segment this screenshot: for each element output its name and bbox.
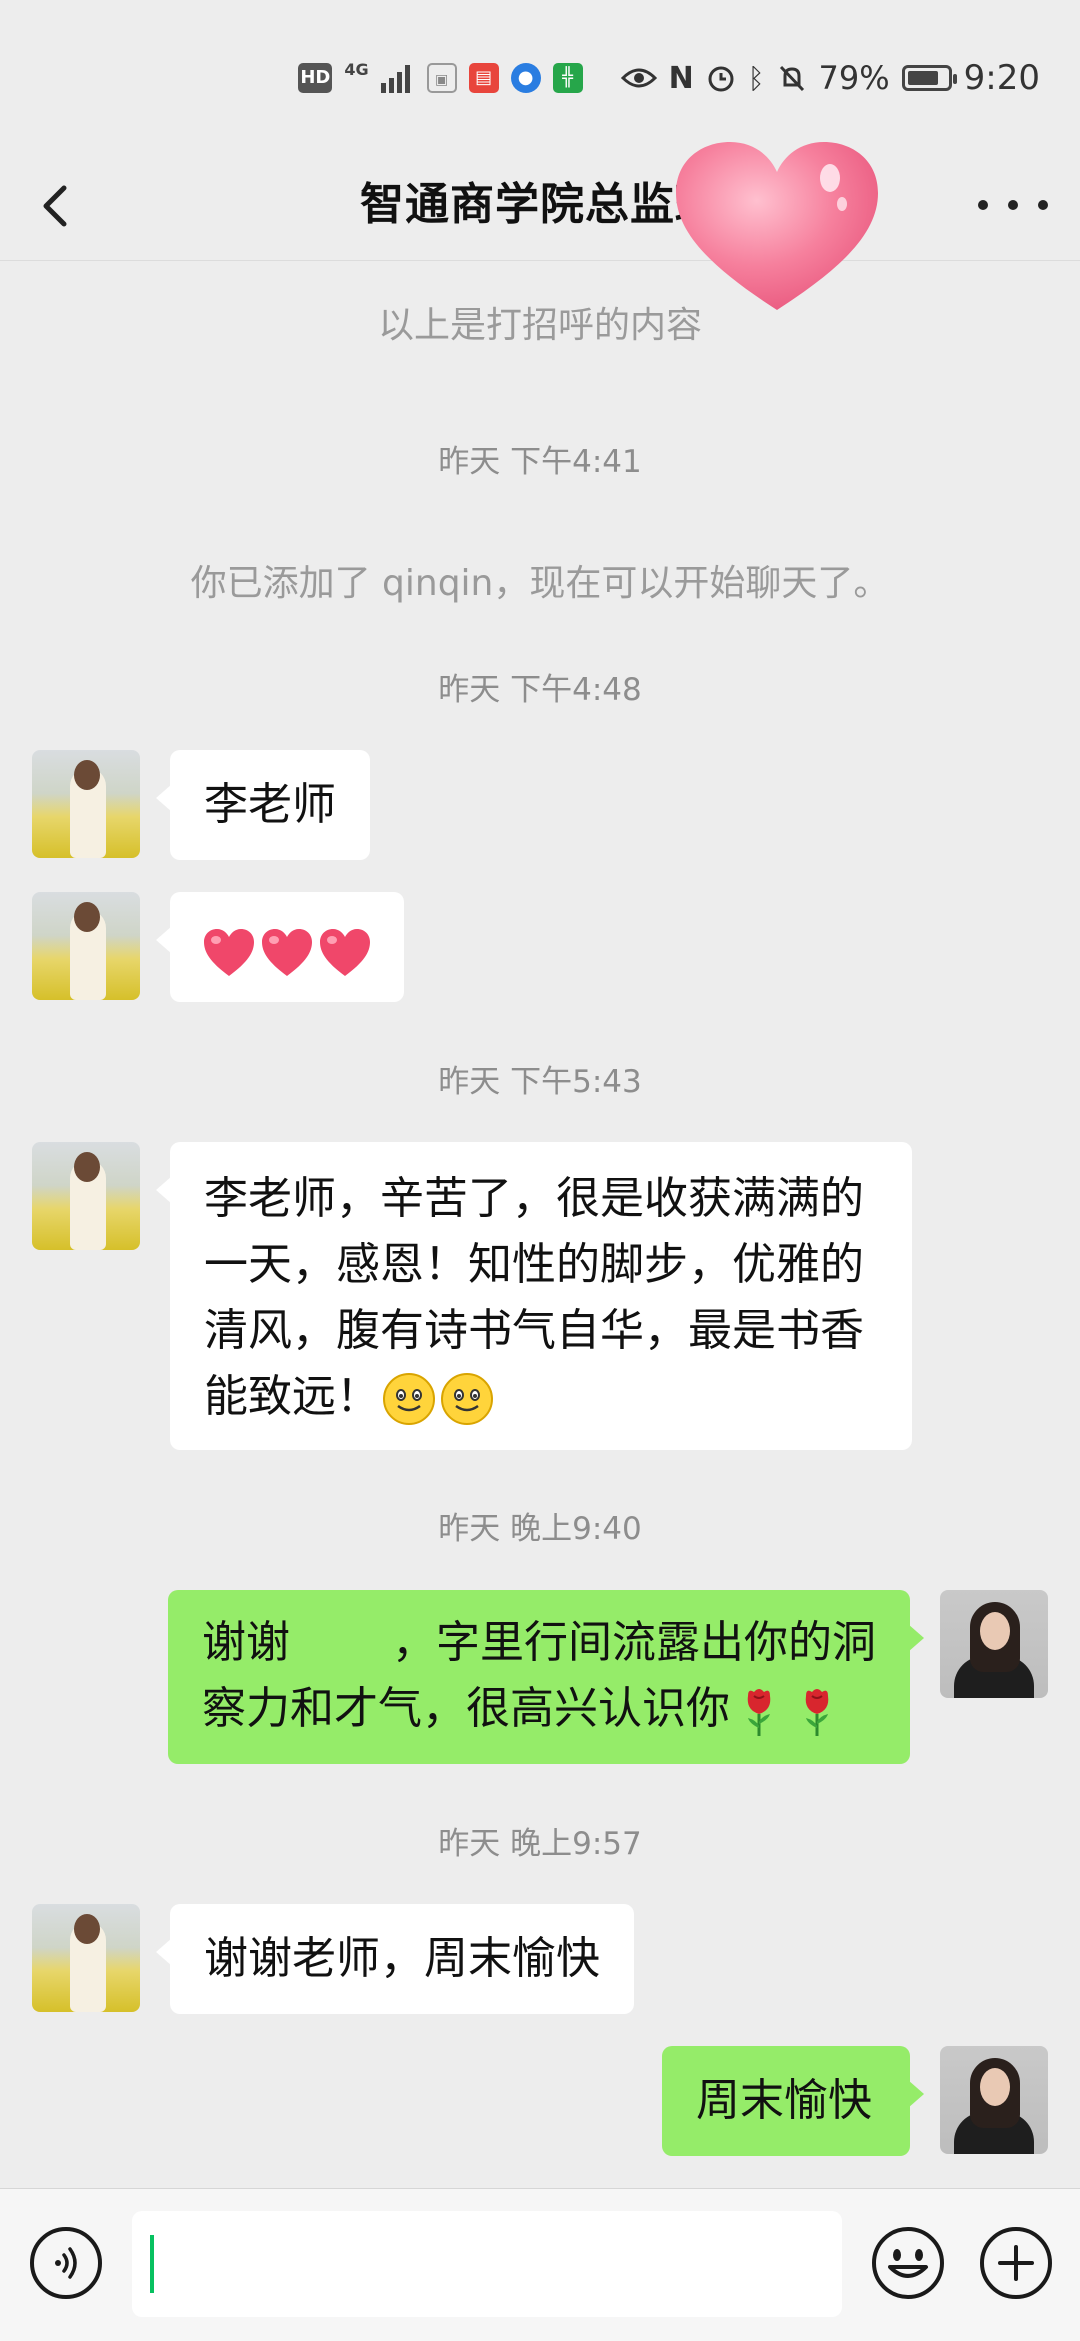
chat-header: 智通商学院总监班 xyxy=(0,150,1080,261)
app-notification-icon: ▣ xyxy=(426,63,457,93)
heart-emoji xyxy=(262,929,312,976)
message-text: 谢谢老师，周末愉快 xyxy=(204,1933,600,1984)
message-line: 清风，腹有诗书气自华，最是书香 xyxy=(204,1305,864,1356)
message-line: 李老师，辛苦了，很是收获满满的 xyxy=(204,1173,864,1224)
more-button[interactable] xyxy=(978,170,1048,240)
plus-icon xyxy=(980,2227,1052,2299)
battery-fill xyxy=(907,71,938,85)
more-functions-button[interactable] xyxy=(978,2225,1054,2301)
alarm-icon xyxy=(708,66,734,92)
voice-button[interactable] xyxy=(30,2227,102,2299)
timestamp: 昨天 晚上9:40 xyxy=(438,1511,642,1547)
status-icons: HD 4G ▣ ▤ ● ╬ N ᛒ 79% 9:20 xyxy=(298,56,1040,100)
emoji-icon xyxy=(872,2227,944,2299)
smile-emoji xyxy=(383,1373,435,1425)
browser-app-icon: ● xyxy=(510,63,541,93)
hd-icon: HD xyxy=(298,63,333,93)
voice-icon xyxy=(55,2247,77,2279)
outgoing-message[interactable]: 周末愉快 xyxy=(662,2046,924,2156)
nfc-icon: N xyxy=(668,60,694,96)
message-input[interactable] xyxy=(132,2211,842,2317)
status-bar: HD 4G ▣ ▤ ● ╬ N ᛒ 79% 9:20 xyxy=(0,0,1080,150)
heart-emoji xyxy=(204,929,254,976)
my-avatar[interactable] xyxy=(940,1590,1048,1698)
incoming-message[interactable]: 李老师，辛苦了，很是收获满满的 一天，感恩！知性的脚步，优雅的 清风，腹有诗书气… xyxy=(156,1142,912,1450)
heart-sticker xyxy=(676,142,878,310)
battery-icon xyxy=(901,65,957,91)
message-line: 能致远！ xyxy=(204,1371,380,1422)
eye-icon xyxy=(620,68,657,88)
bluetooth-icon: ᛒ xyxy=(747,61,765,95)
smile-emoji xyxy=(441,1373,493,1425)
incoming-message[interactable]: 李老师 xyxy=(156,750,370,860)
battery-percent: 79% xyxy=(818,59,890,97)
greeting-note: 以上是打招呼的内容 xyxy=(377,305,702,346)
timestamp: 昨天 晚上9:57 xyxy=(438,1826,642,1862)
incoming-message[interactable] xyxy=(156,892,404,1002)
outgoing-message[interactable]: 谢谢 ，字里行间流露出你的洞 察力和才气，很高兴认识你 xyxy=(168,1590,924,1764)
signal-icon xyxy=(380,65,410,93)
message-line: 一天，感恩！知性的脚步，优雅的 xyxy=(204,1239,864,1290)
timestamp: 昨天 下午5:43 xyxy=(438,1064,642,1100)
mute-bell-icon xyxy=(779,65,804,92)
message-line: 谢谢 ，字里行间流露出你的洞 xyxy=(202,1617,876,1668)
incoming-message[interactable]: 谢谢老师，周末愉快 xyxy=(156,1904,634,2014)
text-caret xyxy=(150,2235,154,2293)
book-app-icon: ▤ xyxy=(468,63,499,93)
clock: 9:20 xyxy=(963,58,1040,98)
my-avatar[interactable] xyxy=(940,2046,1048,2154)
contact-avatar[interactable] xyxy=(32,1142,140,1250)
more-icon xyxy=(978,200,988,210)
contact-avatar[interactable] xyxy=(32,750,140,858)
rose-emoji xyxy=(747,1689,771,1736)
emoji-button[interactable] xyxy=(870,2225,946,2301)
chat-title: 智通商学院总监班 xyxy=(360,179,720,230)
input-bar xyxy=(0,2188,1080,2341)
network-type: 4G xyxy=(344,60,369,79)
rose-emoji xyxy=(805,1689,829,1736)
timestamp: 昨天 下午4:41 xyxy=(438,444,642,480)
contact-avatar[interactable] xyxy=(32,1904,140,2012)
system-message: 你已添加了 qinqin，现在可以开始聊天了。 xyxy=(190,563,890,604)
heart-emoji xyxy=(320,929,370,976)
timestamp: 昨天 下午4:48 xyxy=(438,672,642,708)
message-line: 察力和才气，很高兴认识你 xyxy=(202,1683,730,1734)
green-app-icon: ╬ xyxy=(552,63,583,93)
message-text: 周末愉快 xyxy=(696,2075,872,2126)
message-text: 李老师 xyxy=(204,779,336,830)
contact-avatar[interactable] xyxy=(32,892,140,1000)
